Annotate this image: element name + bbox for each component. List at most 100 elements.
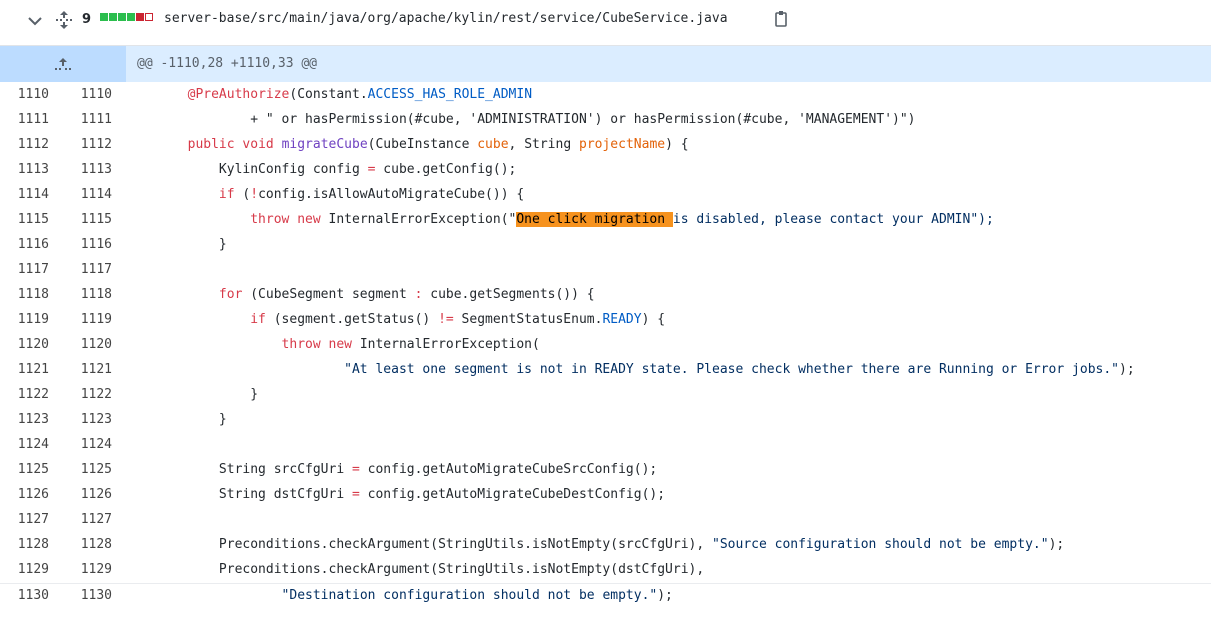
- code-token: (CubeSegment segment: [242, 287, 415, 302]
- diff-line: 1122 1122 }: [0, 383, 1211, 408]
- new-line-number[interactable]: 1127: [78, 512, 112, 527]
- new-line-number[interactable]: 1123: [78, 412, 112, 427]
- new-line-number[interactable]: 1110: [78, 87, 112, 102]
- diff-line: 1121 1121 "At least one segment is not i…: [0, 358, 1211, 383]
- code-token: new: [297, 212, 321, 227]
- old-line-number[interactable]: 1114: [15, 187, 49, 202]
- old-line-number[interactable]: 1130: [15, 588, 49, 603]
- old-line-number[interactable]: 1111: [15, 112, 49, 127]
- new-line-number[interactable]: 1125: [78, 462, 112, 477]
- new-line-number[interactable]: 1117: [78, 262, 112, 277]
- code-line: }: [125, 237, 227, 252]
- old-line-number[interactable]: 1124: [15, 437, 49, 452]
- new-line-number[interactable]: 1128: [78, 537, 112, 552]
- hunk-range: @@ -1110,28 +1110,33 @@: [137, 56, 318, 71]
- file-header: 9 server-base/src/main/java/org/apache/k…: [0, 0, 1211, 46]
- new-line-number[interactable]: 1113: [78, 162, 112, 177]
- code-line: + " or hasPermission(#cube, 'ADMINISTRAT…: [125, 112, 916, 127]
- code-line: for (CubeSegment segment : cube.getSegme…: [125, 287, 595, 302]
- expand-all-icon[interactable]: [55, 10, 73, 30]
- old-line-number[interactable]: 1110: [15, 87, 49, 102]
- code-token: =: [351, 462, 360, 477]
- code-token: config.getAutoMigrateCubeSrcConfig();: [359, 462, 658, 477]
- chevron-down-icon[interactable]: [26, 12, 44, 30]
- old-line-number[interactable]: 1116: [15, 237, 49, 252]
- code-token: "Destination configuration should not be…: [281, 588, 658, 603]
- code-token: cube.getSegments()) {: [422, 287, 595, 302]
- new-line-number[interactable]: 1118: [78, 287, 112, 302]
- code-line: KylinConfig config = cube.getConfig();: [125, 162, 516, 177]
- diff-line: 1123 1123 }: [0, 408, 1211, 433]
- code-line: Preconditions.checkArgument(StringUtils.…: [125, 562, 704, 577]
- diff-line: 1124 1124: [0, 433, 1211, 458]
- code-line: public void migrateCube(CubeInstance cub…: [125, 137, 689, 152]
- new-line-number[interactable]: 1120: [78, 337, 112, 352]
- code-line: String dstCfgUri = config.getAutoMigrate…: [125, 487, 665, 502]
- code-token: void: [242, 137, 274, 152]
- old-line-number[interactable]: 1129: [15, 562, 49, 577]
- new-line-number[interactable]: 1114: [78, 187, 112, 202]
- code-token: );: [1048, 537, 1065, 552]
- code-token: READY: [602, 312, 642, 327]
- code-token: for: [218, 287, 243, 302]
- code-token: );: [1119, 362, 1135, 377]
- code-line: if (segment.getStatus() != SegmentStatus…: [125, 312, 665, 327]
- new-line-number[interactable]: 1119: [78, 312, 112, 327]
- code-token: ) {: [641, 312, 666, 327]
- diff-line: 1126 1126 String dstCfgUri = config.getA…: [0, 483, 1211, 508]
- new-line-number[interactable]: 1115: [78, 212, 112, 227]
- code-token: cube.getConfig();: [375, 162, 517, 177]
- old-line-number[interactable]: 1118: [15, 287, 49, 302]
- diffstat-block: [109, 13, 117, 21]
- copy-icon[interactable]: [773, 10, 789, 28]
- old-line-number[interactable]: 1122: [15, 387, 49, 402]
- diffstat-block: [100, 13, 108, 21]
- old-line-number[interactable]: 1112: [15, 137, 49, 152]
- new-line-number[interactable]: 1121: [78, 362, 112, 377]
- code-token: }: [218, 237, 227, 252]
- code-token: (Constant.: [289, 87, 368, 102]
- diff-line: 1111 1111 + " or hasPermission(#cube, 'A…: [0, 108, 1211, 133]
- old-line-number[interactable]: 1115: [15, 212, 49, 227]
- code-line: }: [125, 412, 227, 427]
- old-line-number[interactable]: 1128: [15, 537, 49, 552]
- diff-line: 1120 1120 throw new InternalErrorExcepti…: [0, 333, 1211, 358]
- new-line-number[interactable]: 1130: [78, 588, 112, 603]
- old-line-number[interactable]: 1117: [15, 262, 49, 277]
- diffstat-block: [118, 13, 126, 21]
- diff-line: 1115 1115 throw new InternalErrorExcepti…: [0, 208, 1211, 233]
- old-line-number[interactable]: 1119: [15, 312, 49, 327]
- new-line-number[interactable]: 1111: [78, 112, 112, 127]
- code-token: }: [250, 387, 259, 402]
- code-token: String srcCfgUri: [218, 462, 352, 477]
- code-line: throw new InternalErrorException(: [125, 337, 540, 352]
- old-line-number[interactable]: 1127: [15, 512, 49, 527]
- diffstat-block: [127, 13, 135, 21]
- new-line-number[interactable]: 1126: [78, 487, 112, 502]
- new-line-number[interactable]: 1124: [78, 437, 112, 452]
- old-line-number[interactable]: 1121: [15, 362, 49, 377]
- code-token: is disabled, please contact your ADMIN")…: [672, 212, 994, 227]
- old-line-number[interactable]: 1113: [15, 162, 49, 177]
- code-token: projectName: [579, 137, 666, 152]
- code-token: =: [351, 487, 360, 502]
- code-line: String srcCfgUri = config.getAutoMigrate…: [125, 462, 657, 477]
- file-path[interactable]: server-base/src/main/java/org/apache/kyl…: [164, 11, 728, 26]
- code-line: }: [125, 387, 258, 402]
- old-line-number[interactable]: 1120: [15, 337, 49, 352]
- code-token: ) {: [665, 137, 689, 152]
- new-line-number[interactable]: 1116: [78, 237, 112, 252]
- old-line-number[interactable]: 1125: [15, 462, 49, 477]
- code-token: InternalErrorException(: [352, 337, 540, 352]
- old-line-number[interactable]: 1123: [15, 412, 49, 427]
- expand-up-icon[interactable]: [0, 46, 126, 82]
- old-line-number[interactable]: 1126: [15, 487, 49, 502]
- new-line-number[interactable]: 1129: [78, 562, 112, 577]
- code-token: Preconditions.checkArgument(StringUtils.…: [218, 562, 705, 577]
- code-line: if (!config.isAllowAutoMigrateCube()) {: [125, 187, 524, 202]
- code-line: Preconditions.checkArgument(StringUtils.…: [125, 537, 1064, 552]
- new-line-number[interactable]: 1112: [78, 137, 112, 152]
- new-line-number[interactable]: 1122: [78, 387, 112, 402]
- diffstat-block: [145, 13, 153, 21]
- code-token: + " or hasPermission(#cube, 'ADMINISTRAT…: [250, 112, 916, 127]
